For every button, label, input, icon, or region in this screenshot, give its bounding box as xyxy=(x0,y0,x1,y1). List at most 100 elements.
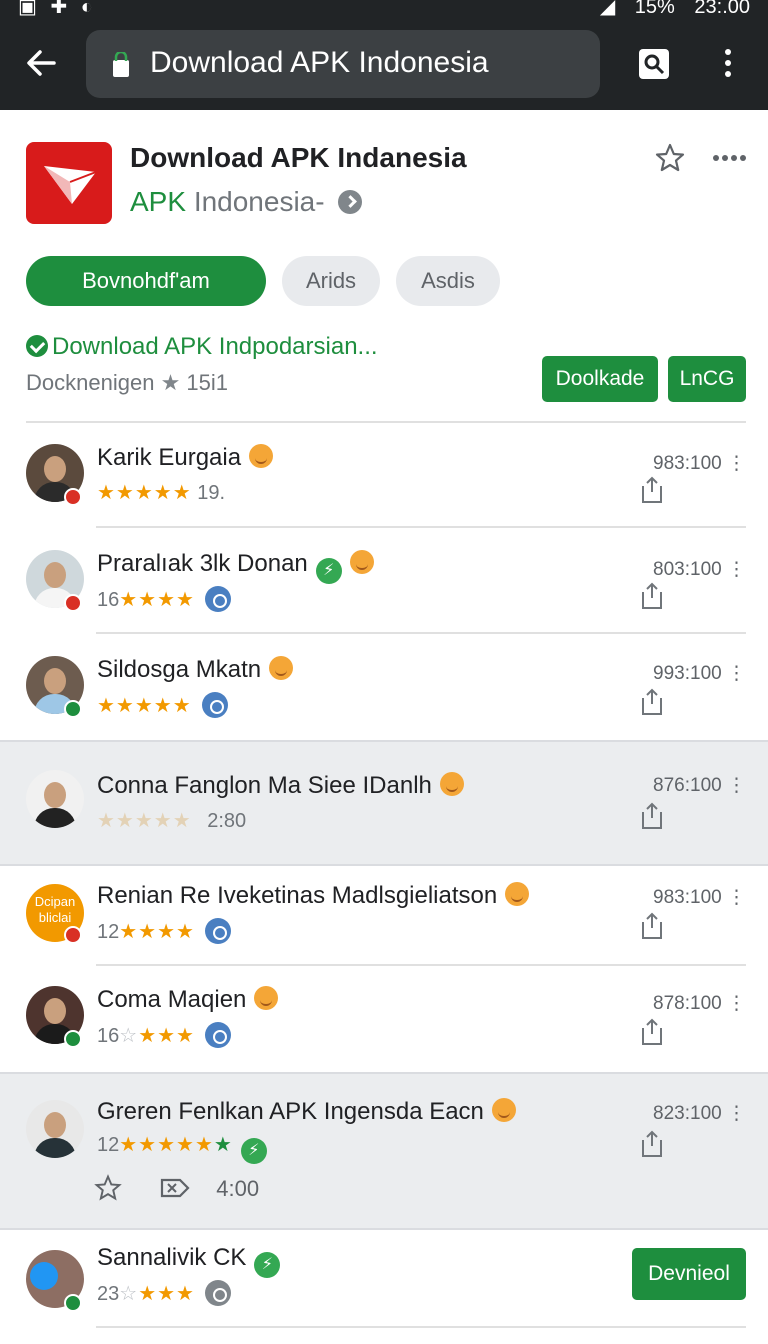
review-meta: 12★★★★★★ ⚡ xyxy=(97,1132,267,1164)
star-outline-icon[interactable] xyxy=(654,142,686,174)
app-icon[interactable] xyxy=(26,142,112,224)
reviewer-name[interactable]: Sildosga Mkatn xyxy=(97,656,294,684)
share-icon[interactable] xyxy=(640,1130,664,1158)
rating-stars: ★★★★★ xyxy=(97,482,192,504)
smile-emoji-icon xyxy=(269,656,294,680)
summary-title[interactable]: Download APK Indpodarsian... xyxy=(26,333,378,361)
rating-stars: ★★★★★ xyxy=(97,695,192,717)
review-meta: ★★★★★ xyxy=(97,692,228,718)
star-outline-icon[interactable] xyxy=(94,1174,122,1202)
lock-icon xyxy=(113,52,129,77)
download-item-button[interactable]: Devnieol xyxy=(632,1248,746,1300)
rating-stars: ★★★★★★ xyxy=(119,1134,233,1156)
download-button[interactable]: Doolkade xyxy=(542,356,658,402)
avatar[interactable] xyxy=(26,770,84,828)
review-meta: 12★★★★ xyxy=(97,918,231,944)
url-text[interactable]: Download APK Indonesia xyxy=(150,46,489,80)
summary-title-text[interactable]: Download APK Indpodarsian... xyxy=(52,333,378,360)
share-icon[interactable] xyxy=(640,1018,664,1046)
smile-emoji-icon xyxy=(491,1098,516,1122)
status-right: ◢ 15% 23:.00 xyxy=(586,0,750,19)
review-meta: ★★★★★ 2:80 xyxy=(97,810,247,832)
list-item[interactable]: Karik Eurgaia ★★★★★ 19. 983:100 ⋮ xyxy=(0,422,768,528)
reviewer-name[interactable]: Greren Fenlkan APK Ingensda Eacn xyxy=(97,1098,516,1126)
smile-emoji-icon xyxy=(249,444,274,468)
review-meta: 23☆★★★ xyxy=(97,1280,231,1306)
check-circle-icon xyxy=(26,335,48,357)
rating-stars: ★★★★ xyxy=(119,589,195,611)
signal-icon: ◢ xyxy=(599,0,616,18)
review-timer: 876:100 ⋮ xyxy=(653,775,746,796)
lncg-button[interactable]: LnCG xyxy=(668,356,746,402)
link-icon[interactable] xyxy=(204,586,231,612)
review-meta: ★★★★★ 19. xyxy=(97,482,226,504)
star-icon: ★ xyxy=(160,370,181,395)
reviewer-name[interactable]: Sannalivik CK ⚡ xyxy=(97,1244,281,1278)
review-timer: 878:100 ⋮ xyxy=(653,993,746,1014)
developer-line[interactable]: APK Indonesia- xyxy=(130,186,363,218)
verified-badge-icon xyxy=(64,1294,82,1312)
more-horizontal-icon[interactable] xyxy=(712,154,746,162)
developer-name[interactable]: Indonesia- xyxy=(194,186,325,217)
overflow-menu-icon[interactable] xyxy=(718,46,738,80)
address-bar[interactable]: Download APK Indonesia xyxy=(86,30,600,98)
status-notification-icons: ▣ ✚ ◐ xyxy=(18,0,97,18)
review-timer: 823:100 ⋮ xyxy=(653,1103,746,1124)
share-icon[interactable] xyxy=(640,582,664,610)
browser-toolbar: ▣ ✚ ◐ ◢ 15% 23:.00 Download APK Indonesi… xyxy=(0,0,768,110)
chip-asdis[interactable]: Asdis xyxy=(396,256,500,306)
rating-stars: ☆★★★ xyxy=(119,1025,195,1047)
list-item-highlighted[interactable]: Conna Fanglon Ma Siee IDanlh ★★★★★ 2:80 … xyxy=(0,740,768,866)
summary-meta: Docknenigen ★ 15i1 xyxy=(26,370,228,396)
link-icon[interactable] xyxy=(204,918,231,944)
smile-emoji-icon xyxy=(254,986,279,1010)
tag-icon[interactable] xyxy=(160,1176,190,1200)
list-item[interactable]: Coma Maqien 16☆★★★ 878:100 ⋮ xyxy=(0,966,768,1072)
lightning-badge-icon: ⚡ xyxy=(315,558,342,584)
reviewer-name[interactable]: Renian Re Ivеketinas Madlsgieliatson xyxy=(97,882,530,910)
verified-badge-icon xyxy=(64,488,82,506)
search-icon[interactable] xyxy=(638,48,670,80)
list-item[interactable]: Sildosga Mkatn ★★★★★ 993:100 ⋮ xyxy=(0,634,768,740)
list-item-expanded[interactable]: Greren Fenlkan APK Ingensda Eacn 12★★★★★… xyxy=(0,1072,768,1230)
lightning-badge-icon: ⚡ xyxy=(254,1252,281,1278)
share-icon[interactable] xyxy=(640,688,664,716)
reviewer-name[interactable]: Conna Fanglon Ma Siee IDanlh xyxy=(97,772,464,800)
link-icon[interactable] xyxy=(204,1022,231,1048)
reviewer-name[interactable]: Coma Maqien xyxy=(97,986,279,1014)
link-icon[interactable] xyxy=(204,1280,231,1306)
avatar[interactable] xyxy=(26,1100,84,1158)
developer-brand[interactable]: APK xyxy=(130,186,186,217)
list-item[interactable]: Sannalivik CK ⚡ 23☆★★★ Devnieol xyxy=(0,1230,768,1336)
summary-meta-value: 15i1 xyxy=(186,370,229,395)
review-meta: 16★★★★ xyxy=(97,586,231,612)
status-bar: ▣ ✚ ◐ ◢ 15% 23:.00 xyxy=(0,0,768,22)
review-timer: 983:100 ⋮ xyxy=(653,453,746,474)
app-title: Download APK Indanesia xyxy=(130,142,467,173)
clock: 23:.00 xyxy=(694,0,750,18)
review-timer: 983:100 ⋮ xyxy=(653,887,746,908)
paper-plane-icon xyxy=(44,166,97,204)
smile-emoji-icon xyxy=(439,772,464,796)
rating-stars: ★★★★★ xyxy=(97,810,192,832)
reviewer-name[interactable]: Karik Eurgaia xyxy=(97,444,274,472)
chip-arids[interactable]: Arids xyxy=(282,256,380,306)
review-meta: 16☆★★★ xyxy=(97,1022,231,1048)
share-icon[interactable] xyxy=(640,476,664,504)
share-icon[interactable] xyxy=(640,912,664,940)
reviewer-name[interactable]: Praralıak 3lk Donan ⚡ xyxy=(97,550,374,584)
verified-badge-icon xyxy=(64,594,82,612)
list-item[interactable]: Praralıak 3lk Donan ⚡ 16★★★★ 803:100 ⋮ xyxy=(0,528,768,634)
smile-emoji-icon xyxy=(349,550,374,574)
verified-badge-icon xyxy=(64,700,82,718)
list-item[interactable]: Dcipan bliclai Renian Re Ivеketinas Madl… xyxy=(0,866,768,966)
lightning-badge-icon: ⚡ xyxy=(240,1138,267,1164)
review-timer: 993:100 ⋮ xyxy=(653,663,746,684)
link-icon[interactable] xyxy=(201,692,228,718)
verified-badge-icon xyxy=(64,1030,82,1048)
share-icon[interactable] xyxy=(640,802,664,830)
install-chip[interactable]: Bovnohdf'am xyxy=(26,256,266,306)
chevron-right-icon[interactable] xyxy=(338,190,363,214)
back-arrow-icon[interactable] xyxy=(24,46,58,80)
rating-stars: ☆★★★ xyxy=(119,1283,195,1305)
